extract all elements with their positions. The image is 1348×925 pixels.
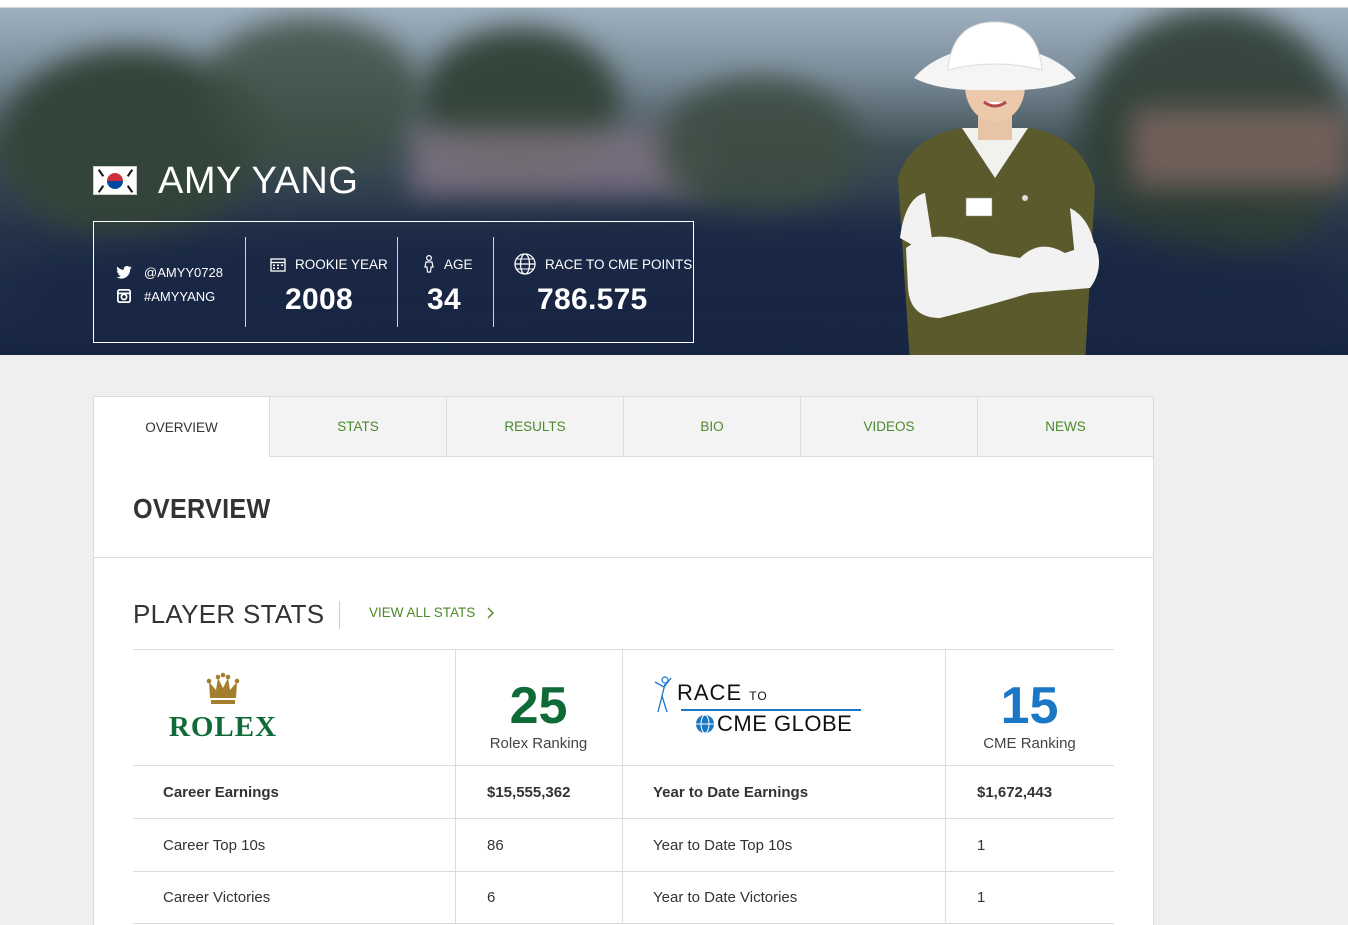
globe-icon (696, 714, 714, 734)
ytd-earnings-label: Year to Date Earnings (653, 783, 809, 801)
south-korea-flag-icon (93, 166, 137, 195)
divider (493, 237, 494, 327)
player-stats-heading: PLAYER STATS (133, 599, 325, 629)
divider (339, 601, 340, 629)
twitter-icon (116, 265, 132, 279)
rolex-ranking-label: Rolex Ranking (489, 735, 588, 752)
table-row: Career Top 10s 86 Year to Date Top 10s 1 (133, 818, 1114, 871)
player-hero-banner: AMY YANG @AMYY0728 #AMYYANG ROOKIE YEAR … (0, 8, 1348, 355)
race-to-cme-points-stat: RACE TO CME POINTS 786.575 (514, 253, 693, 317)
ytd-victories-label: Year to Date Victories (653, 889, 798, 906)
rolex-logo: ROLEX (163, 672, 283, 742)
tab-stats[interactable]: STATS (269, 397, 446, 457)
table-row: Career Victories 6 Year to Date Victorie… (133, 871, 1114, 924)
rolex-ranking-value: 25 (509, 677, 568, 735)
rolex-wordmark: ROLEX (168, 711, 278, 743)
instagram-icon (117, 289, 131, 303)
ytd-top10s-value: 1 (977, 836, 986, 854)
career-earnings-label: Career Earnings (163, 783, 279, 801)
rookie-year-value: 2008 (285, 283, 353, 316)
twitter-handle: @AMYY0728 (144, 264, 223, 280)
divider (397, 237, 398, 327)
ytd-top10s-label: Year to Date Top 10s (653, 836, 793, 854)
tab-news[interactable]: NEWS (977, 397, 1153, 457)
tab-videos[interactable]: VIDEOS (800, 397, 977, 457)
view-all-stats-label: VIEW ALL STATS (369, 605, 476, 620)
table-row: Career Earnings $15,555,362 Year to Date… (133, 765, 1114, 818)
crown-icon (206, 672, 240, 704)
player-info-box: @AMYY0728 #AMYYANG ROOKIE YEAR 2008 AGE … (93, 221, 694, 343)
to-word: TO (749, 689, 768, 703)
tab-overview[interactable]: OVERVIEW (94, 397, 269, 457)
instagram-link[interactable]: #AMYYANG (116, 284, 223, 308)
view-all-stats-link[interactable]: VIEW ALL STATS (369, 605, 495, 620)
player-stats-table: ROLEX 25 Rolex Ranking RACE TO CME GLOBE… (133, 649, 1114, 924)
cme-ranking-label: CME Ranking (983, 735, 1076, 752)
player-photo (898, 21, 1099, 355)
player-name: AMY YANG (158, 160, 359, 202)
cme-globe-word: CME GLOBE (717, 711, 853, 736)
age-value: 34 (427, 283, 461, 316)
twitter-link[interactable]: @AMYY0728 (116, 260, 223, 284)
tab-bio[interactable]: BIO (623, 397, 800, 457)
golfer-silhouette-icon (654, 676, 672, 713)
calendar-icon (270, 257, 286, 272)
rookie-year-stat: ROOKIE YEAR 2008 (270, 254, 388, 317)
rolex-ranking: 25 Rolex Ranking (455, 680, 622, 752)
cme-ranking: 15 CME Ranking (945, 680, 1114, 752)
race-to-cme-points-label: RACE TO CME POINTS (545, 256, 693, 272)
age-label: AGE (444, 256, 473, 272)
career-top10s-label: Career Top 10s (163, 836, 266, 854)
player-tabs: OVERVIEW STATS RESULTS BIO VIDEOS NEWS (94, 397, 1153, 457)
career-top10s-value: 86 (487, 836, 504, 854)
social-links: @AMYY0728 #AMYYANG (116, 260, 223, 308)
browser-top-bar (0, 0, 1348, 8)
instagram-handle: #AMYYANG (144, 288, 216, 304)
age-stat: AGE 34 (423, 254, 473, 317)
player-content-card: OVERVIEW STATS RESULTS BIO VIDEOS NEWS O… (93, 396, 1154, 925)
divider (245, 237, 246, 327)
rookie-year-label: ROOKIE YEAR (295, 256, 388, 272)
person-icon (424, 255, 434, 273)
divider (94, 557, 1153, 558)
race-to-cme-globe-logo: RACE TO CME GLOBE (653, 676, 868, 746)
cme-ranking-value: 15 (1000, 677, 1059, 735)
race-word: RACE (677, 680, 743, 705)
race-to-cme-points-value: 786.575 (537, 283, 648, 316)
career-victories-label: Career Victories (163, 889, 271, 906)
tab-results[interactable]: RESULTS (446, 397, 623, 457)
globe-icon (514, 253, 536, 275)
rankings-row: ROLEX 25 Rolex Ranking RACE TO CME GLOBE… (133, 649, 1114, 765)
career-victories-value: 6 (487, 889, 496, 906)
ytd-earnings-value: $1,672,443 (977, 783, 1053, 801)
career-earnings-value: $15,555,362 (487, 783, 571, 801)
overview-heading: OVERVIEW (133, 493, 271, 524)
ytd-victories-value: 1 (977, 889, 986, 906)
chevron-right-icon (487, 607, 495, 618)
